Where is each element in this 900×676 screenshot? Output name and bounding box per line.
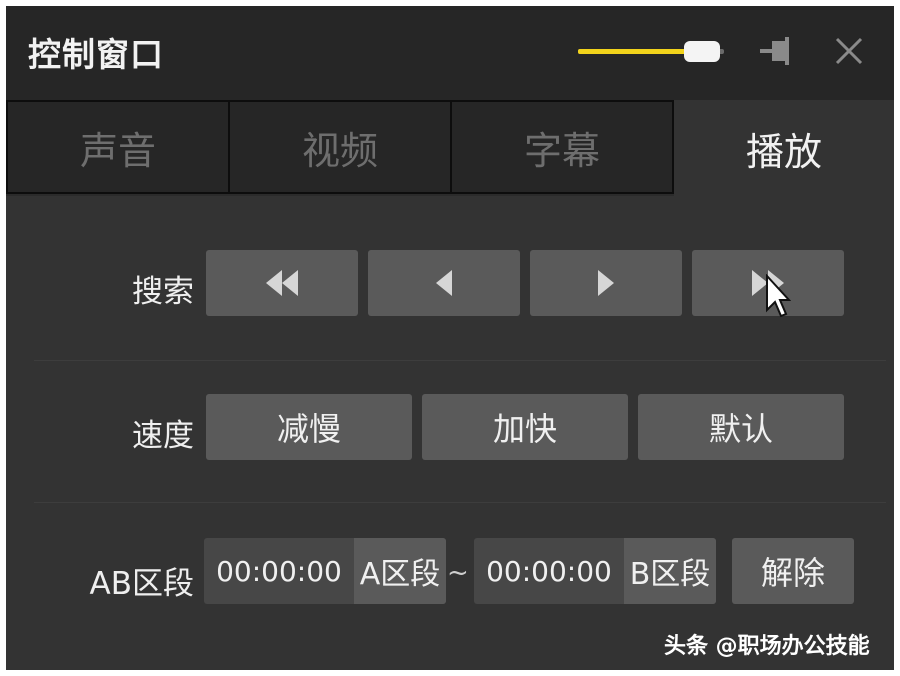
b-segment-button[interactable]: B区段 [624,538,716,604]
a-segment-button[interactable]: A区段 [354,538,446,604]
control-window: 控制窗口 声音 视频 字幕 播放 搜索 速度 减慢 加快 默认 AB区段 00:… [6,6,894,670]
title-bar: 控制窗口 [6,6,894,100]
close-icon[interactable] [832,34,866,68]
speed-label: 速度 [132,418,194,454]
faster-button[interactable]: 加快 [422,394,628,460]
default-speed-button[interactable]: 默认 [638,394,844,460]
slower-button[interactable]: 减慢 [206,394,412,460]
tab-video[interactable]: 视频 [228,100,452,194]
seek-label: 搜索 [132,274,194,310]
b-time-field[interactable]: 00:00:00 B区段 [474,538,716,604]
row-divider [34,502,886,503]
a-time-input[interactable]: 00:00:00 [204,538,354,604]
clear-segment-button[interactable]: 解除 [732,538,854,604]
watermark: 头条 @职场办公技能 [664,634,870,659]
step-forward-icon [598,270,614,296]
tab-subtitle[interactable]: 字幕 [450,100,674,194]
fast-rewind-icon [266,270,298,296]
step-back-icon [436,270,452,296]
step-forward-button[interactable] [530,250,682,316]
step-back-button[interactable] [368,250,520,316]
mouse-cursor-icon [765,273,792,320]
ab-segment-label: AB区段 [89,566,194,602]
tab-bar: 声音 视频 字幕 播放 [6,100,894,196]
volume-slider[interactable] [578,40,724,64]
b-time-input[interactable]: 00:00:00 [474,538,624,604]
pin-icon[interactable] [758,34,798,68]
fast-rewind-button[interactable] [206,250,358,316]
tab-sound[interactable]: 声音 [6,100,230,194]
volume-knob[interactable] [684,41,720,62]
a-time-field[interactable]: 00:00:00 A区段 [204,538,446,604]
playback-panel: 搜索 速度 减慢 加快 默认 AB区段 00:00:00 A区段 ~ 00:00… [6,196,894,670]
row-divider [34,360,886,361]
range-separator: ~ [447,558,469,588]
window-title: 控制窗口 [28,35,164,74]
tab-playback[interactable]: 播放 [674,100,894,196]
